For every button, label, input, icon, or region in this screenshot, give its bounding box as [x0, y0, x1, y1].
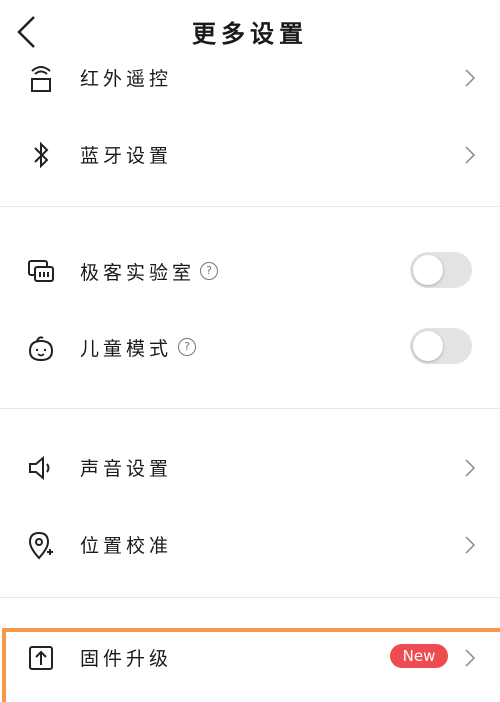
- remote-control-label: 红外遥控: [80, 68, 173, 90]
- toggle-knob: [413, 331, 443, 361]
- chevron-right-icon: [465, 146, 476, 164]
- baby-face-icon: [28, 336, 54, 362]
- location-calibration-label: 位置校准: [80, 535, 173, 557]
- sound-settings-label: 声音设置: [80, 458, 173, 480]
- firmware-upgrade-label: 固件升级: [80, 648, 173, 670]
- location-pin-icon: [28, 531, 53, 560]
- chevron-right-icon: [465, 69, 476, 87]
- divider: [0, 597, 500, 598]
- divider: [0, 206, 500, 207]
- bluetooth-settings-label: 蓝牙设置: [80, 145, 173, 167]
- divider: [0, 408, 500, 409]
- help-icon[interactable]: ?: [200, 262, 218, 280]
- page-title: 更多设置: [192, 20, 308, 48]
- kids-mode-row: 儿童模式 ?: [0, 318, 500, 378]
- chevron-right-icon: [465, 649, 476, 667]
- bluetooth-icon: [34, 141, 49, 169]
- firmware-upgrade-row[interactable]: 固件升级 New: [0, 628, 500, 688]
- toggle-knob: [413, 255, 443, 285]
- chevron-right-icon: [465, 536, 476, 554]
- help-icon[interactable]: ?: [178, 338, 196, 356]
- geek-lab-row: 极客实验室 ?: [0, 242, 500, 302]
- upload-icon: [29, 646, 53, 670]
- bluetooth-settings-row[interactable]: 蓝牙设置: [0, 125, 500, 185]
- remote-icon: [31, 66, 51, 92]
- sound-settings-row[interactable]: 声音设置: [0, 438, 500, 498]
- kids-mode-label: 儿童模式: [80, 338, 173, 360]
- chevron-right-icon: [465, 459, 476, 477]
- new-badge: New: [390, 644, 448, 668]
- speaker-icon: [29, 455, 50, 481]
- geek-lab-label: 极客实验室: [80, 262, 196, 284]
- location-calibration-row[interactable]: 位置校准: [0, 515, 500, 575]
- kids-mode-toggle[interactable]: [410, 328, 472, 364]
- remote-control-row[interactable]: 红外遥控: [0, 48, 500, 108]
- lab-icon: [28, 260, 54, 282]
- geek-lab-toggle[interactable]: [410, 252, 472, 288]
